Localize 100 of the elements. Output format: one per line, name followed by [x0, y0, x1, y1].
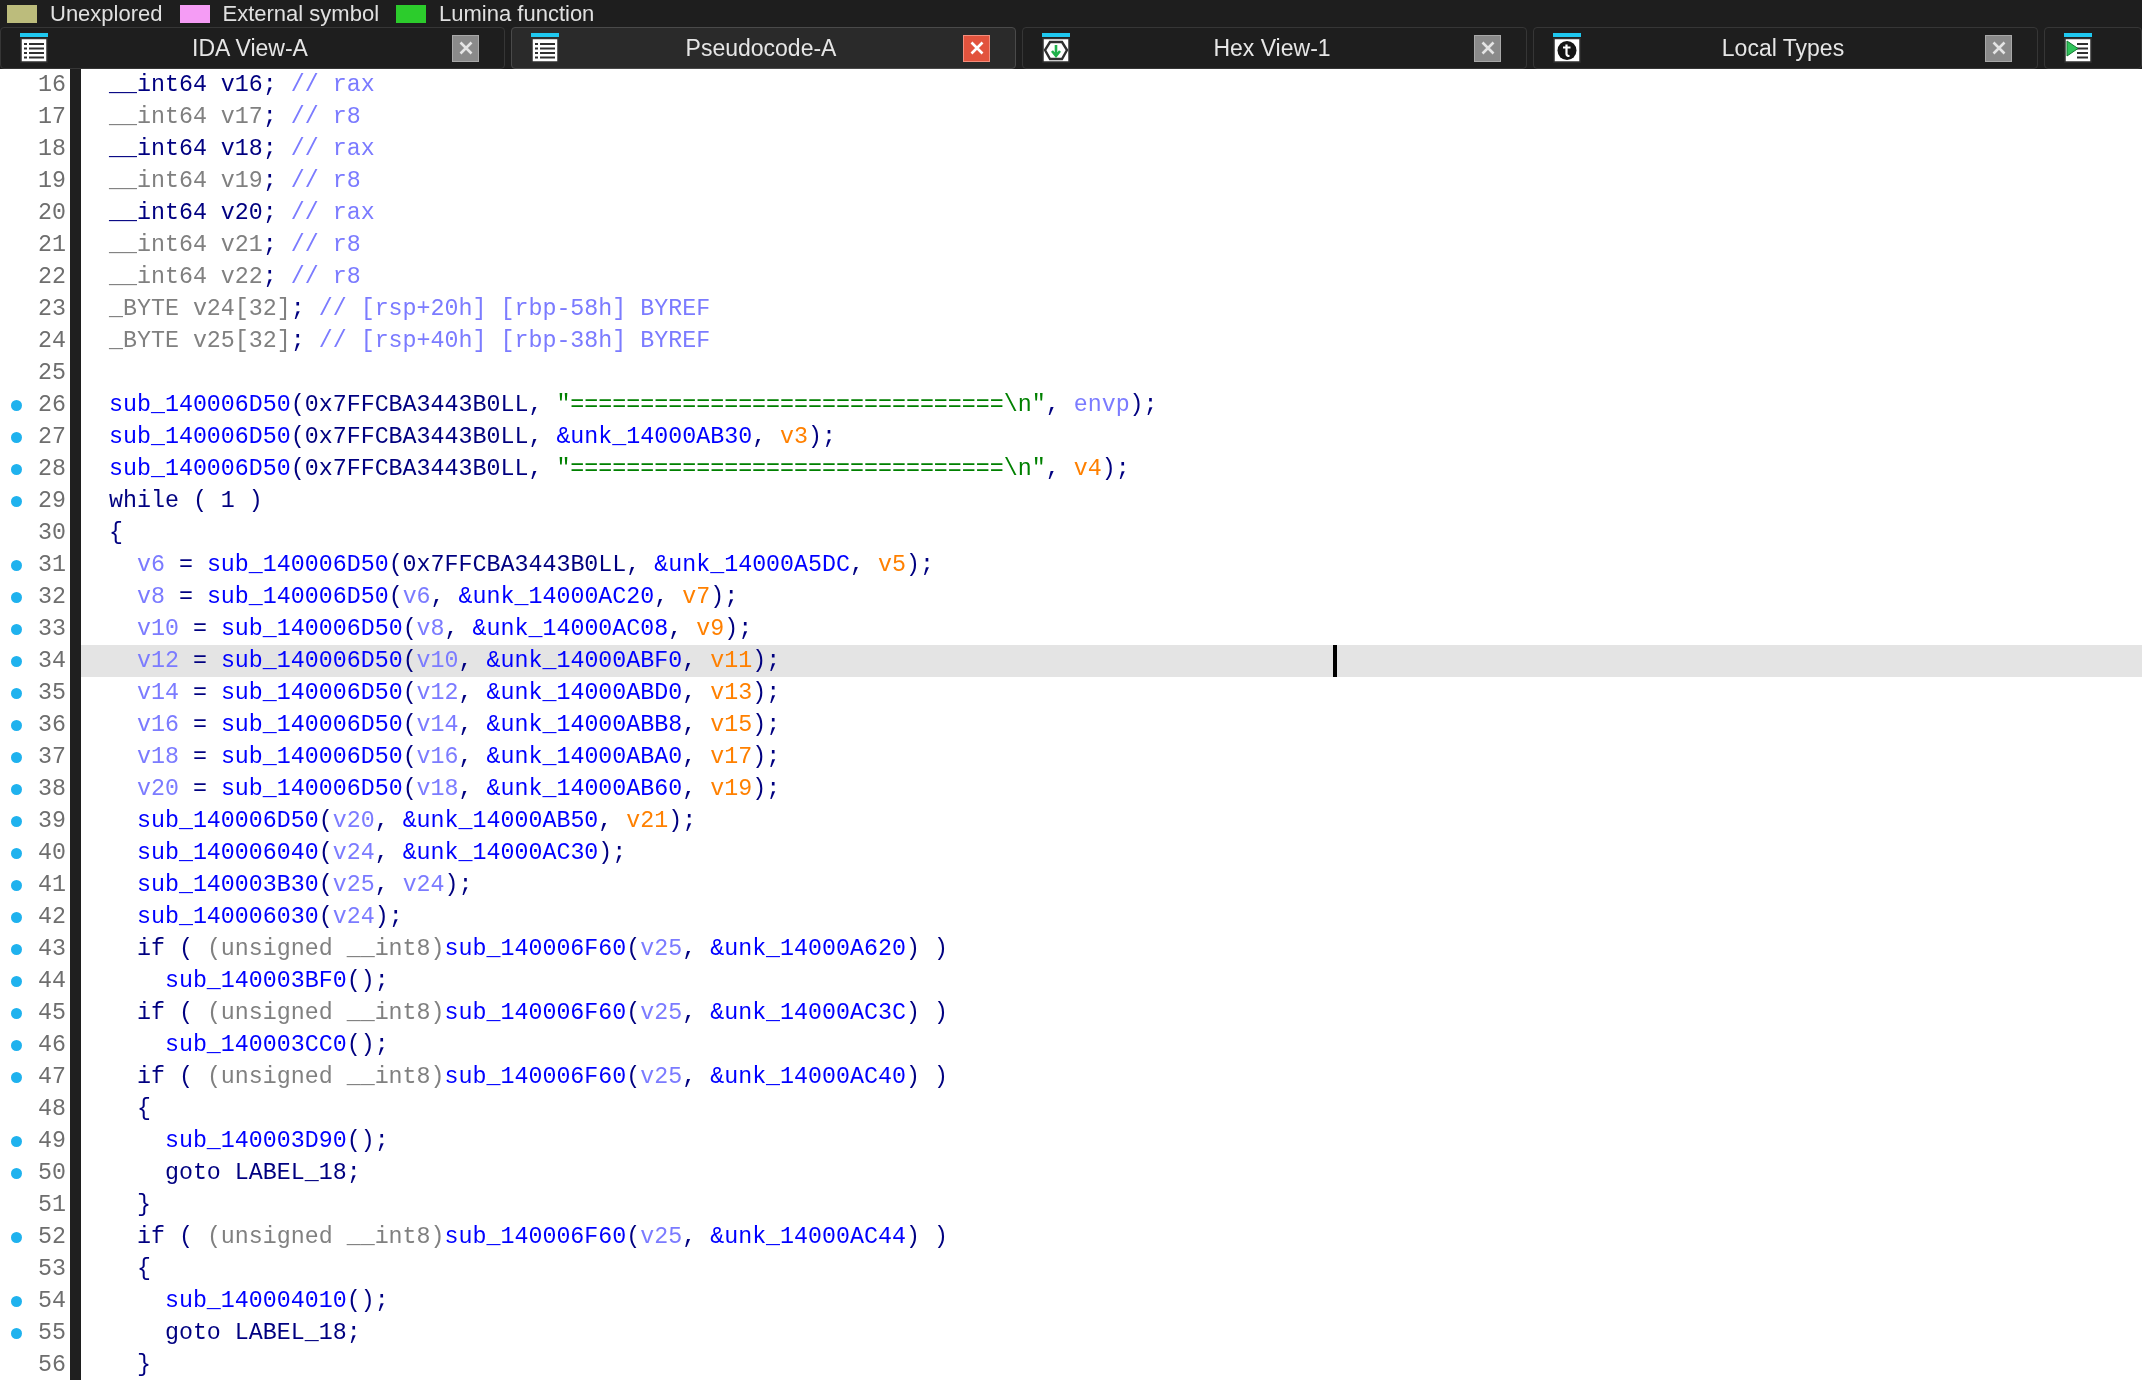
tab[interactable]: Hex View-1 [1022, 27, 1527, 69]
tab[interactable]: Pseudocode-A [511, 27, 1016, 69]
line-number: 39 [38, 808, 66, 834]
line-number: 46 [38, 1032, 66, 1058]
line-number: 25 [38, 360, 66, 386]
code-line: __int64 v20; // rax [109, 200, 375, 226]
code-line: v20 = sub_140006D50(v18, &unk_14000AB60, v19); [136, 776, 781, 802]
line-number: 16 [38, 72, 66, 98]
code-line: goto LABEL_18; [164, 1320, 361, 1346]
list-icon [531, 33, 559, 63]
line-number: 27 [38, 424, 66, 450]
line-number: 43 [38, 936, 66, 962]
legend-label: External symbol [222, 1, 380, 26]
close-icon [1480, 41, 1495, 55]
line-number: 26 [38, 392, 66, 418]
line-number: 22 [38, 264, 66, 290]
line-number: 35 [38, 680, 66, 706]
line-number: 52 [38, 1224, 66, 1250]
line-number: 40 [38, 840, 66, 866]
line-number: 38 [38, 776, 66, 802]
code-line: sub_140003CC0(); [164, 1032, 389, 1058]
line-number: 56 [38, 1352, 66, 1378]
code-line: { [136, 1096, 151, 1122]
line-number: 24 [38, 328, 66, 354]
line-number: 21 [38, 232, 66, 258]
line-number: 36 [38, 712, 66, 738]
code-line: { [136, 1256, 151, 1282]
code-line: goto LABEL_18; [164, 1160, 361, 1186]
line-number: 28 [38, 456, 66, 482]
line-number: 19 [38, 168, 66, 194]
tab[interactable]: IDA View-A [0, 27, 505, 69]
code-line: } [136, 1352, 151, 1378]
code-line: sub_140006D50(0x7FFCBA3443B0LL, &unk_14000AB30, v3); [109, 424, 837, 450]
code-line: sub_140006D50(0x7FFCBA3443B0LL, "===============================\n", v4); [109, 456, 1130, 482]
line-number: 41 [38, 872, 66, 898]
line-number: 29 [38, 488, 66, 514]
line-number: 32 [38, 584, 66, 610]
code-line: if ( (unsigned __int8)sub_140006F60(v25, &unk_14000AC40) ) [136, 1064, 948, 1090]
line-number: 55 [38, 1320, 66, 1346]
line-number: 45 [38, 1000, 66, 1026]
line-number: 42 [38, 904, 66, 930]
code-line: sub_140004010(); [164, 1288, 389, 1314]
code-line: v12 = sub_140006D50(v10, &unk_14000ABF0, v11); [136, 648, 781, 674]
tab[interactable] [2044, 27, 2142, 69]
code-line: _BYTE v25[32]; // [rsp+40h] [rbp-38h] BYREF [109, 328, 711, 354]
close-icon [969, 41, 984, 55]
code-line: __int64 v17; // r8 [109, 104, 361, 130]
close-icon [1991, 41, 2006, 55]
code-line: v18 = sub_140006D50(v16, &unk_14000ABA0, v17); [136, 744, 781, 770]
code-line: sub_140006D50(0x7FFCBA3443B0LL, "===============================\n", envp); [109, 392, 1158, 418]
legend-label: Lumina function [439, 1, 595, 26]
line-number: 31 [38, 552, 66, 578]
code-line: v6 = sub_140006D50(0x7FFCBA3443B0LL, &unk_14000A5DC, v5); [136, 552, 934, 578]
code-line: v14 = sub_140006D50(v12, &unk_14000ABD0, v13); [136, 680, 781, 706]
line-number: 54 [38, 1288, 66, 1314]
code-line: if ( (unsigned __int8)sub_140006F60(v25, &unk_14000AC3C) ) [136, 1000, 948, 1026]
legend-label: Unexplored [50, 1, 163, 26]
code-line: if ( (unsigned __int8)sub_140006F60(v25, &unk_14000A620) ) [136, 936, 948, 962]
code-line: sub_140003B30(v25, v24); [136, 872, 473, 898]
code-line: if ( (unsigned __int8)sub_140006F60(v25, &unk_14000AC44) ) [136, 1224, 948, 1250]
line-number: 51 [38, 1192, 66, 1218]
line-number: 33 [38, 616, 66, 642]
code-line: __int64 v22; // r8 [109, 264, 361, 290]
code-line: sub_140006040(v24, &unk_14000AC30); [136, 840, 627, 866]
text-cursor [1333, 645, 1337, 677]
close-button[interactable] [452, 34, 479, 62]
line-number: 37 [38, 744, 66, 770]
code-line: v16 = sub_140006D50(v14, &unk_14000ABB8, v15); [136, 712, 781, 738]
line-number: 34 [38, 648, 66, 674]
close-icon [458, 41, 473, 55]
code-line: sub_140006030(v24); [136, 904, 403, 930]
line-number: 50 [38, 1160, 66, 1186]
code-line: sub_140003BF0(); [164, 968, 389, 994]
code-line: v8 = sub_140006D50(v6, &unk_14000AC20, v7); [136, 584, 739, 610]
list-icon [20, 33, 48, 63]
line-number: 23 [38, 296, 66, 322]
line-number: 30 [38, 520, 66, 546]
line-number: 48 [38, 1096, 66, 1122]
code-line: sub_140006D50(v20, &unk_14000AB50, v21); [136, 808, 697, 834]
line-number: 18 [38, 136, 66, 162]
code-line: __int64 v16; // rax [109, 72, 375, 98]
code-line: v10 = sub_140006D50(v8, &unk_14000AC08, v9); [136, 616, 753, 642]
close-button[interactable] [963, 34, 990, 62]
tab[interactable]: Local Types [1533, 27, 2038, 69]
code-line: __int64 v21; // r8 [109, 232, 361, 258]
code-line: { [109, 520, 123, 546]
code-line: __int64 v19; // r8 [109, 168, 361, 194]
t-circle-icon [1553, 33, 1581, 63]
code-line: while ( 1 ) [109, 488, 263, 514]
code-line: _BYTE v24[32]; // [rsp+20h] [rbp-58h] BYREF [109, 296, 711, 322]
line-number: 47 [38, 1064, 66, 1090]
code-line: __int64 v18; // rax [109, 136, 375, 162]
hexagon-arrow-icon [1042, 33, 1070, 63]
play-list-icon [2064, 33, 2092, 63]
line-number: 44 [38, 968, 66, 994]
close-button[interactable] [1474, 34, 1501, 62]
code-line: } [136, 1192, 151, 1218]
line-number: 49 [38, 1128, 66, 1154]
code-line: sub_140003D90(); [164, 1128, 389, 1154]
close-button[interactable] [1985, 34, 2012, 62]
